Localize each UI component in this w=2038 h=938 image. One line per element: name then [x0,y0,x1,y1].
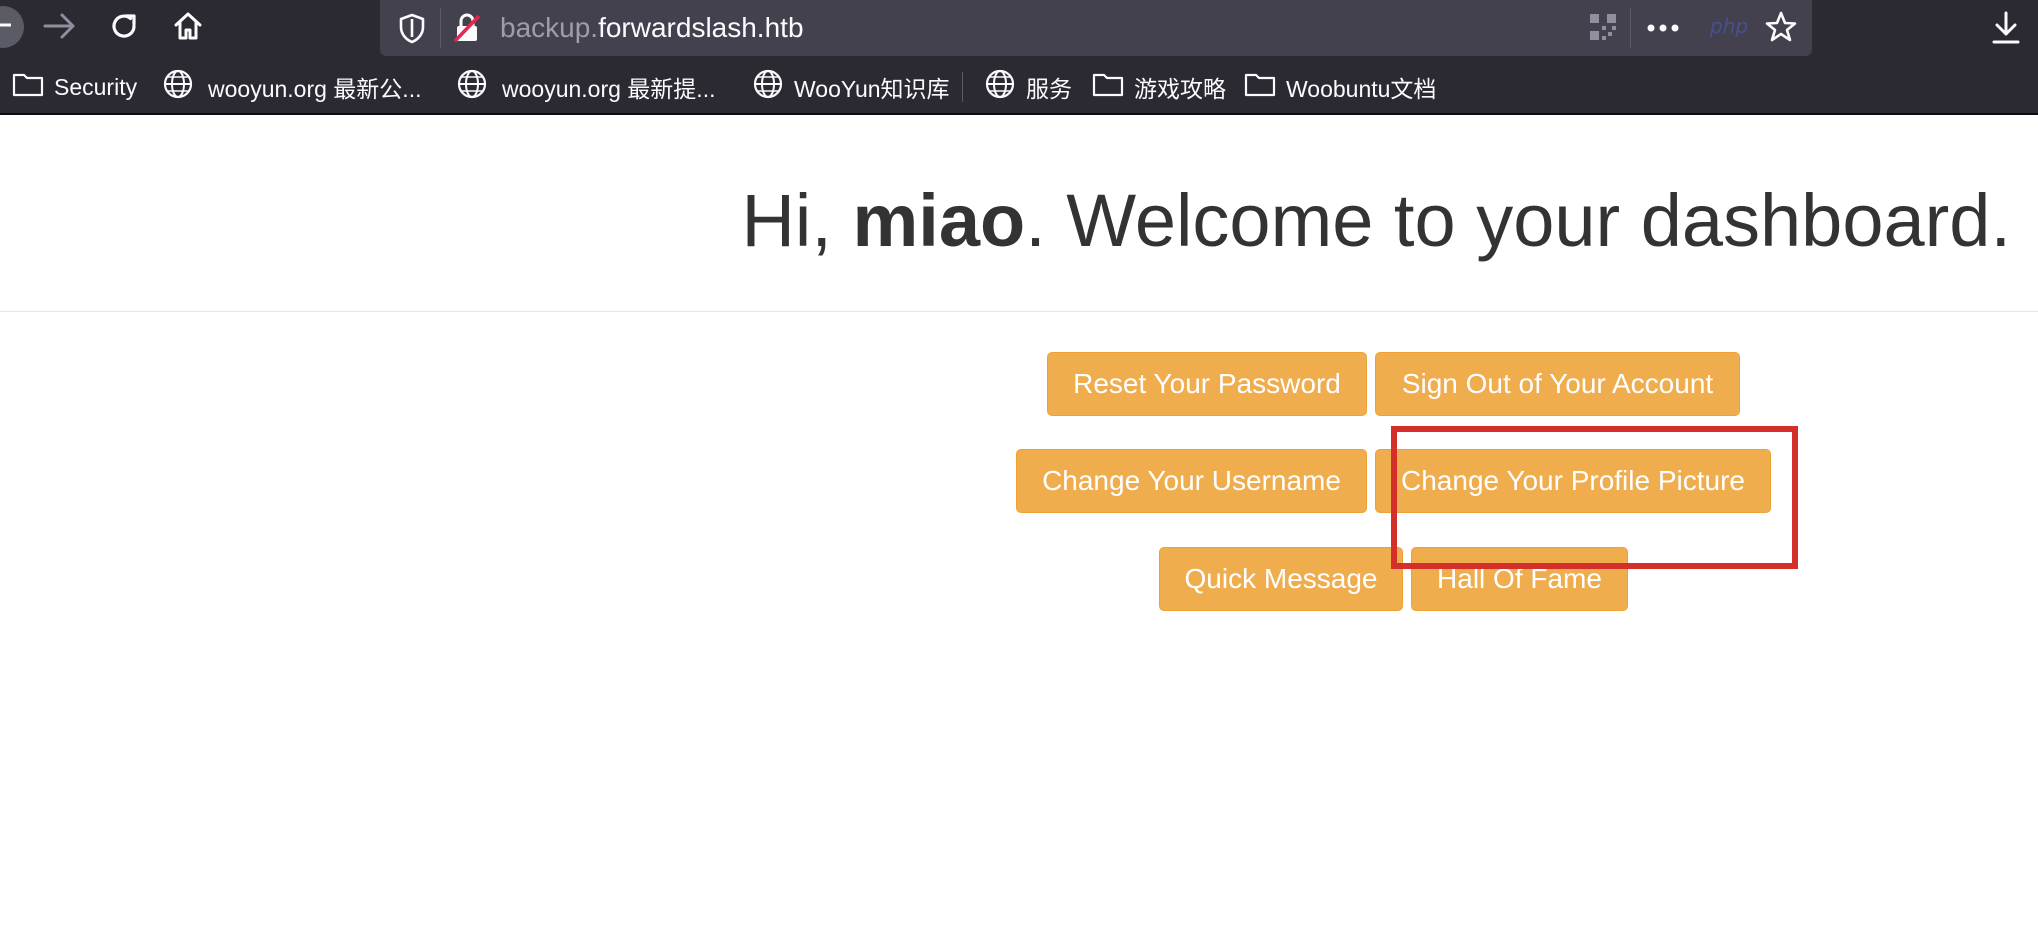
reset-password-button[interactable]: Reset Your Password [1047,352,1367,416]
quick-message-button[interactable]: Quick Message [1159,547,1403,611]
bookmark-separator [962,72,963,102]
bookmark-label: 游戏攻略 [1134,76,1226,102]
bookmark-woobuntu-docs[interactable]: Woobuntu文档 [1244,70,1436,104]
page-title: Hi, miao. Welcome to your dashboard. [741,178,2011,263]
forward-arrow-icon [43,11,77,46]
reload-icon [108,10,140,47]
php-extension-badge[interactable]: php [1710,14,1748,38]
folder-icon [12,71,44,103]
home-button[interactable] [166,8,210,48]
bookmark-game-guides[interactable]: 游戏攻略 [1092,70,1226,104]
url-text[interactable]: backup.forwardslash.htb [500,12,804,44]
globe-icon [456,68,488,106]
bookmark-wooyun-1[interactable]: wooyun.org 最新公... [162,68,422,106]
bookmark-wooyun-2[interactable]: wooyun.org 最新提... [456,68,716,106]
url-bar[interactable]: backup.forwardslash.htb php [380,0,1812,56]
sign-out-button[interactable]: Sign Out of Your Account [1375,352,1740,416]
url-subdomain: backup. [500,12,599,43]
bookmark-label: wooyun.org 最新公... [208,76,422,102]
hall-of-fame-button[interactable]: Hall Of Fame [1411,547,1628,611]
folder-icon [1092,71,1124,103]
change-username-button[interactable]: Change Your Username [1016,449,1367,513]
globe-icon [984,68,1016,106]
download-icon[interactable] [1990,10,2022,51]
url-domain: forwardslash.htb [598,12,804,43]
bookmark-security[interactable]: Security [12,70,137,104]
home-icon [172,10,204,47]
username: miao [852,179,1026,262]
globe-icon [752,68,784,106]
bookmark-label: Security [54,73,138,100]
back-button[interactable] [0,6,24,48]
welcome-text: . Welcome to your dashboard. [1025,179,2011,262]
back-icon [0,15,13,40]
url-separator [1630,8,1631,48]
star-icon[interactable] [1764,10,1798,49]
folder-icon [1244,71,1276,103]
bookmark-label: Woobuntu文档 [1286,76,1437,102]
qr-code-icon[interactable] [1588,12,1618,47]
bookmark-wooyun-kb[interactable]: WooYun知识库 [752,68,950,106]
bookmark-label: 服务 [1026,76,1072,102]
more-dots-icon[interactable] [1646,14,1680,47]
url-separator [440,8,441,48]
bookmark-label: wooyun.org 最新提... [502,76,716,102]
bookmark-label: WooYun知识库 [794,76,950,102]
shield-icon[interactable] [398,12,426,49]
browser-chrome: backup.forwardslash.htb php Security woo… [0,0,2038,115]
change-profile-picture-button[interactable]: Change Your Profile Picture [1375,449,1771,513]
bookmarks-toolbar: Security wooyun.org 最新公... wooyun.org 最新… [0,66,2038,108]
title-divider [0,311,2038,312]
bookmark-services[interactable]: 服务 [984,68,1072,106]
browser-toolbar: backup.forwardslash.htb php [0,0,2038,58]
insecure-lock-icon[interactable] [452,12,482,49]
reload-button[interactable] [102,8,146,48]
greeting-text: Hi, [741,179,853,262]
globe-icon [162,68,194,106]
forward-button[interactable] [38,8,82,48]
